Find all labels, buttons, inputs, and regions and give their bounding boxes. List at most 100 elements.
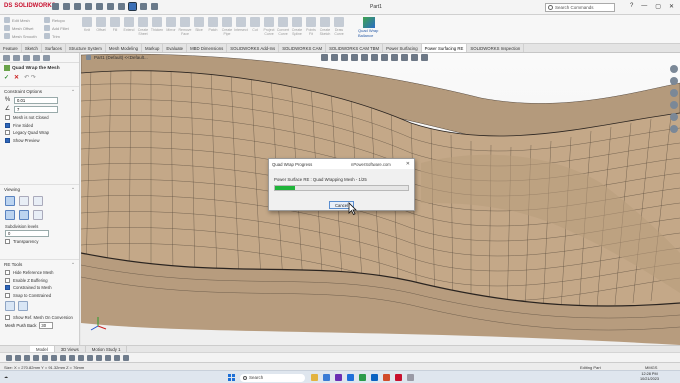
view-dimetric-icon[interactable] <box>87 355 93 361</box>
ribbon-project-curve-button[interactable]: Project Curve <box>262 17 276 36</box>
view-palette-icon[interactable] <box>670 101 678 109</box>
view-four-icon[interactable] <box>123 355 129 361</box>
view-trimetric-icon[interactable] <box>96 355 102 361</box>
fine-sided-checkbox[interactable]: Fine Sided <box>0 122 79 130</box>
minimize-button[interactable]: — <box>641 3 647 10</box>
tab-feature[interactable]: Feature <box>0 44 22 52</box>
options-icon[interactable] <box>151 3 158 10</box>
taskbar-app-icon[interactable] <box>335 374 342 381</box>
edit-mesh-button[interactable]: Edit Mesh <box>4 17 37 23</box>
ribbon-create-pipe-button[interactable]: Create Pipe <box>220 17 234 36</box>
tab-power-surfacing-re[interactable]: Power Surfacing RE <box>421 44 468 52</box>
retopo-button[interactable]: Retopo <box>44 17 69 23</box>
undo-icon[interactable] <box>107 3 114 10</box>
taskbar-app-icon[interactable] <box>383 374 390 381</box>
pull-mesh-icon[interactable] <box>18 301 28 312</box>
transparency-checkbox[interactable]: Transparency <box>0 237 79 245</box>
display-style-icon[interactable] <box>371 54 378 61</box>
view-left-icon[interactable] <box>33 355 39 361</box>
constrained-to-mesh-checkbox[interactable]: Constrained to Mesh <box>0 284 79 292</box>
select-icon[interactable] <box>128 2 137 11</box>
ok-button[interactable]: ✓ <box>4 74 9 81</box>
windows-start-icon[interactable] <box>228 374 235 381</box>
file-explorer-icon[interactable] <box>670 89 678 97</box>
mesh-smooth-button[interactable]: Mesh Smooth <box>4 33 37 39</box>
push-mesh-icon[interactable] <box>5 301 15 312</box>
ribbon-thicken-button[interactable]: Thicken <box>150 17 164 32</box>
view-wireframe-icon[interactable] <box>19 196 29 207</box>
view-top-icon[interactable] <box>51 355 57 361</box>
ribbon-mirror-button[interactable]: Mirror <box>164 17 178 32</box>
view-points-icon[interactable] <box>33 210 43 221</box>
custom-properties-icon[interactable] <box>670 125 678 133</box>
view-back-icon[interactable] <box>24 355 30 361</box>
tab-power-surfacing[interactable]: Power Surfacing <box>383 44 422 52</box>
ribbon-create-sheet-button[interactable]: Create Sheet <box>136 17 150 36</box>
mesh-not-closed-checkbox[interactable]: Mesh is not Closed <box>0 114 79 122</box>
display-manager-icon[interactable] <box>43 55 50 61</box>
scene-icon[interactable] <box>401 54 408 61</box>
section-view-icon[interactable] <box>351 54 358 61</box>
view-shaded-icon[interactable] <box>5 196 15 207</box>
legacy-quad-wrap-checkbox[interactable]: Legacy Quad Wrap <box>0 129 79 137</box>
subdivision-input[interactable]: 0 <box>5 230 49 238</box>
ribbon-knit-button[interactable]: Knit <box>80 17 94 32</box>
enable-z-buffering-checkbox[interactable]: Enable Z Buffering <box>0 277 79 285</box>
taskbar-app-icon[interactable] <box>323 374 330 381</box>
property-manager-icon[interactable] <box>13 55 20 61</box>
show-ref-mesh-checkbox[interactable]: Show Ref. Mesh On Conversion <box>0 313 79 321</box>
tab-inspection[interactable]: SOLIDWORKS Inspection <box>467 44 525 52</box>
ribbon-slice-button[interactable]: Slice <box>192 17 206 32</box>
taskbar-clock[interactable]: 12:28 PM 10/21/2023 <box>640 372 659 382</box>
config-manager-icon[interactable] <box>23 55 30 61</box>
ribbon-cut-button[interactable]: Cut <box>248 17 262 32</box>
taskbar-app-icon[interactable] <box>407 374 414 381</box>
tab-mesh-modeling[interactable]: Mesh Modeling <box>106 44 143 52</box>
ribbon-points-fit-button[interactable]: Points Fit <box>304 17 318 36</box>
design-library-icon[interactable] <box>670 77 678 85</box>
tab-surfaces[interactable]: Surfaces <box>42 44 66 52</box>
appearances-icon[interactable] <box>670 113 678 121</box>
close-button[interactable]: ✕ <box>669 3 674 10</box>
tab-cam[interactable]: SOLIDWORKS CAM <box>279 44 327 52</box>
breadcrumb[interactable]: Part1 (Default) <<Default... <box>86 55 148 60</box>
status-units[interactable]: MMGS <box>645 365 657 370</box>
tab-mbd-dimensions[interactable]: MBD Dimensions <box>187 44 228 52</box>
ribbon-intersect-button[interactable]: Intersect <box>234 17 248 32</box>
dim-expert-icon[interactable] <box>33 55 40 61</box>
undo-redo-buttons[interactable]: ↶ ↷ <box>24 74 36 81</box>
ribbon-offset-button[interactable]: Offset <box>94 17 108 32</box>
appearance-icon[interactable] <box>391 54 398 61</box>
search-commands-input[interactable]: Search Commands <box>545 3 615 12</box>
redo-icon[interactable] <box>118 3 125 10</box>
mesh-push-back-input[interactable]: 30 <box>39 321 54 329</box>
add-fillet-button[interactable]: Add Fillet <box>44 25 69 31</box>
view-settings-icon[interactable] <box>411 54 418 61</box>
ribbon-remove-face-button[interactable]: Remove Face <box>178 17 192 36</box>
previous-view-icon[interactable] <box>341 54 348 61</box>
ribbon-convert-curve-button[interactable]: Convert Curve <box>276 17 290 36</box>
view-orientation-icon[interactable] <box>361 54 368 61</box>
tab-evaluate[interactable]: Evaluate <box>163 44 188 52</box>
view-single-icon[interactable] <box>105 355 111 361</box>
taskbar-app-icon[interactable] <box>371 374 378 381</box>
ribbon-extend-button[interactable]: Extend <box>122 17 136 32</box>
tab-markup[interactable]: Markup <box>142 44 164 52</box>
help-button[interactable]: ? <box>630 3 633 10</box>
solidworks-logo[interactable]: DS SOLIDWORKS <box>4 3 56 9</box>
rebuild-icon[interactable] <box>140 3 147 10</box>
cancel-button[interactable]: ✕ <box>14 74 19 81</box>
view-bottom-icon[interactable] <box>60 355 66 361</box>
ribbon-draw-curve-button[interactable]: Draw Curve <box>332 17 346 36</box>
taskbar-app-icon[interactable] <box>395 374 402 381</box>
ribbon-create-spline-button[interactable]: Create Spline <box>290 17 304 36</box>
filter-icon[interactable] <box>6 355 12 361</box>
snap-to-constrained-checkbox[interactable]: Snap to Constrained <box>0 292 79 300</box>
new-file-icon[interactable] <box>63 3 70 10</box>
section-constraint-options[interactable]: Constraint Options ⌃ <box>0 86 79 96</box>
zoom-to-fit-icon[interactable] <box>321 54 328 61</box>
taskbar-search[interactable]: Search <box>240 373 305 382</box>
hide-reference-mesh-checkbox[interactable]: Hide Reference Mesh <box>0 269 79 277</box>
view-front-icon[interactable] <box>15 355 21 361</box>
ribbon-fill-button[interactable]: Fill <box>108 17 122 32</box>
